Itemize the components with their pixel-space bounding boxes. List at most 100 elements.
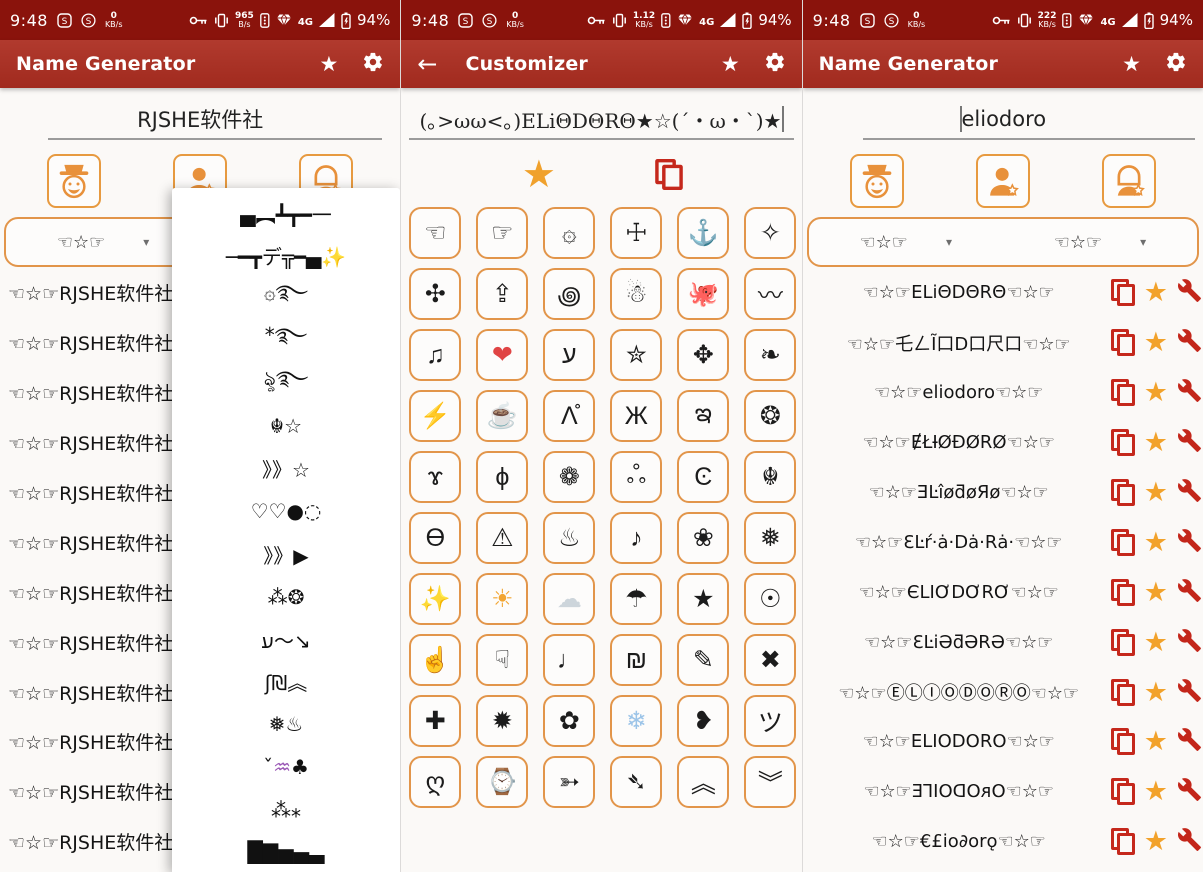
favorite-star-icon[interactable]: ★ bbox=[1144, 679, 1168, 706]
symbol-button[interactable]: ︾ bbox=[744, 756, 796, 808]
list-item[interactable]: ☜☆☞乇ㄥĨ口D口尺口☜☆☞ ★ bbox=[803, 318, 1203, 368]
symbol-button[interactable]: ➴ bbox=[610, 756, 662, 808]
list-item[interactable]: ☜☆☞eliodoro☜☆☞ ★ bbox=[803, 368, 1203, 418]
symbol-button[interactable]: ✿ bbox=[543, 695, 595, 747]
back-arrow-icon[interactable]: ← bbox=[417, 52, 437, 76]
symbol-button[interactable]: ✧ bbox=[744, 207, 796, 259]
favorite-star-icon[interactable]: ★ bbox=[1144, 329, 1168, 356]
copy-icon[interactable] bbox=[1111, 828, 1135, 855]
wrench-icon[interactable] bbox=[1177, 777, 1202, 806]
customizer-input[interactable]: (｡>ωω<｡)ELiΘDΘRΘ★☆(´・ω・`)★ bbox=[401, 100, 801, 144]
list-item[interactable]: ☜☆☞ƎĿîøƌøЯø☜☆☞ ★ bbox=[803, 468, 1203, 518]
favorite-star-icon[interactable]: ★ bbox=[1144, 728, 1168, 755]
list-item[interactable]: ☜☆☞ЄLIƠDƠRƠ☜☆☞ ★ bbox=[803, 567, 1203, 617]
copy-icon[interactable] bbox=[1111, 679, 1135, 706]
popup-option[interactable]: █▇▅▄▃ bbox=[172, 831, 400, 872]
favorite-star-icon[interactable]: ★ bbox=[1144, 479, 1168, 506]
symbol-button[interactable]: ☝ bbox=[409, 634, 461, 686]
wrench-icon[interactable] bbox=[1177, 678, 1202, 707]
symbol-button[interactable]: ✖ bbox=[744, 634, 796, 686]
favorite-star-icon[interactable]: ★ bbox=[1144, 579, 1168, 606]
wrench-icon[interactable] bbox=[1177, 578, 1202, 607]
favorites-button[interactable]: ★ bbox=[320, 54, 339, 75]
favorite-star-icon[interactable]: ★ bbox=[1144, 529, 1168, 556]
symbol-button[interactable]: ☟ bbox=[476, 634, 528, 686]
symbol-button[interactable]: ☩ bbox=[610, 207, 662, 259]
list-item[interactable]: ☜☆☞ɆŁƗØĐØRØ☜☆☞ ★ bbox=[803, 418, 1203, 468]
popup-option[interactable]: ⁂⁎ bbox=[172, 788, 400, 831]
prefix-dropdown[interactable]: ☜☆☞ ▾ bbox=[809, 232, 1003, 253]
favorites-button[interactable]: ★ bbox=[721, 54, 740, 75]
symbol-button[interactable]: ツ bbox=[744, 695, 796, 747]
symbol-button[interactable]: ➳ bbox=[543, 756, 595, 808]
list-item[interactable]: ☜☆☞ELiΘDΘRΘ☜☆☞ ★ bbox=[803, 268, 1203, 318]
symbol-button[interactable]: ₪ bbox=[610, 634, 662, 686]
wrench-icon[interactable] bbox=[1177, 328, 1202, 357]
female-style-button[interactable] bbox=[1102, 154, 1156, 208]
wrench-icon[interactable] bbox=[1177, 827, 1202, 856]
symbol-button[interactable]: ❀ bbox=[677, 512, 729, 564]
list-item[interactable]: ☜☆☞ELIODORO☜☆☞ ★ bbox=[803, 717, 1203, 767]
copy-icon[interactable] bbox=[1111, 479, 1135, 506]
symbol-button[interactable]: Ɵ bbox=[409, 512, 461, 564]
symbol-button[interactable]: ☁ bbox=[543, 573, 595, 625]
copy-icon[interactable] bbox=[1111, 728, 1135, 755]
popup-option[interactable]: ♡♡●◌ bbox=[172, 490, 400, 533]
symbol-button[interactable]: ⚓ bbox=[677, 207, 729, 259]
symbol-button[interactable]: ꩜ bbox=[543, 268, 595, 320]
symbol-button[interactable]: 〰 bbox=[744, 268, 796, 320]
symbol-button[interactable]: ۞ bbox=[543, 207, 595, 259]
wrench-icon[interactable] bbox=[1177, 628, 1202, 657]
symbol-button[interactable]: ✣ bbox=[409, 268, 461, 320]
favorite-star-icon[interactable]: ★ bbox=[1144, 778, 1168, 805]
symbol-button[interactable]: ❤ bbox=[476, 329, 528, 381]
list-item[interactable]: ☜☆☞ƐĿiƏƌƏRƏ☜☆☞ ★ bbox=[803, 617, 1203, 667]
list-item[interactable]: ☜☆☞ƐĿŕ·ȧ·Dȧ·Rȧ·☜☆☞ ★ bbox=[803, 517, 1203, 567]
popup-option[interactable]: ۞࿐ bbox=[172, 277, 400, 320]
symbol-button[interactable]: ❅ bbox=[744, 512, 796, 564]
symbol-button[interactable]: ﬠ bbox=[543, 329, 595, 381]
symbol-button[interactable]: ❥ bbox=[677, 695, 729, 747]
symbol-button[interactable]: ♪ bbox=[610, 512, 662, 564]
list-item[interactable]: ☜☆☞ƎꞀIOꓷOᴙO☜☆☞ ★ bbox=[803, 767, 1203, 817]
suffix-dropdown[interactable]: ☜☆☞ ▾ bbox=[1003, 232, 1197, 253]
symbol-button[interactable]: ❁ bbox=[543, 451, 595, 503]
symbol-button[interactable]: Ж bbox=[610, 390, 662, 442]
symbol-button[interactable]: Λ̊ bbox=[543, 390, 595, 442]
favorite-star-icon[interactable]: ★ bbox=[1144, 379, 1168, 406]
symbol-button[interactable]: ☕ bbox=[476, 390, 528, 442]
symbol-button[interactable]: ✚ bbox=[409, 695, 461, 747]
symbol-button[interactable]: ☜ bbox=[409, 207, 461, 259]
symbol-button[interactable]: ☃ bbox=[610, 268, 662, 320]
popup-option[interactable]: ─━┳デ╦━▄✨ bbox=[172, 235, 400, 278]
popup-option[interactable]: ﬠ〜↘ bbox=[172, 618, 400, 661]
symbol-button[interactable]: ⌚ bbox=[476, 756, 528, 808]
symbol-button[interactable]: ⚠ bbox=[476, 512, 528, 564]
joker-style-button[interactable] bbox=[47, 154, 101, 208]
name-input-right[interactable]: eliodoro bbox=[803, 100, 1203, 144]
popup-option[interactable]: ৡ࿐ bbox=[172, 362, 400, 405]
copy-icon[interactable] bbox=[1111, 279, 1135, 306]
symbol-button[interactable]: ϕ bbox=[476, 451, 528, 503]
copy-icon[interactable] bbox=[1111, 629, 1135, 656]
favorite-star-icon[interactable]: ★ bbox=[1144, 279, 1168, 306]
favorite-star-button[interactable]: ★ bbox=[522, 155, 556, 193]
copy-button[interactable] bbox=[655, 158, 683, 189]
male-style-button[interactable] bbox=[976, 154, 1030, 208]
wrench-icon[interactable] bbox=[1177, 727, 1202, 756]
wrench-icon[interactable] bbox=[1177, 528, 1202, 557]
copy-icon[interactable] bbox=[1111, 379, 1135, 406]
wrench-icon[interactable] bbox=[1177, 478, 1202, 507]
symbol-button[interactable]: ♫ bbox=[409, 329, 461, 381]
symbol-button[interactable]: ♩ bbox=[543, 634, 595, 686]
symbol-button[interactable]: ✨ bbox=[409, 573, 461, 625]
wrench-icon[interactable] bbox=[1177, 428, 1202, 457]
copy-icon[interactable] bbox=[1111, 579, 1135, 606]
symbol-button[interactable]: ✥ bbox=[677, 329, 729, 381]
symbol-button[interactable]: ♨ bbox=[543, 512, 595, 564]
copy-icon[interactable] bbox=[1111, 529, 1135, 556]
popup-option[interactable]: 》》▶ bbox=[172, 533, 400, 576]
symbol-button[interactable]: ❂ bbox=[744, 390, 796, 442]
popup-option[interactable]: ⁂❂ bbox=[172, 575, 400, 618]
list-item[interactable]: ☜☆☞ⒺⓁⒾⓄⒹⓄⓇⓄ☜☆☞ ★ bbox=[803, 667, 1203, 717]
